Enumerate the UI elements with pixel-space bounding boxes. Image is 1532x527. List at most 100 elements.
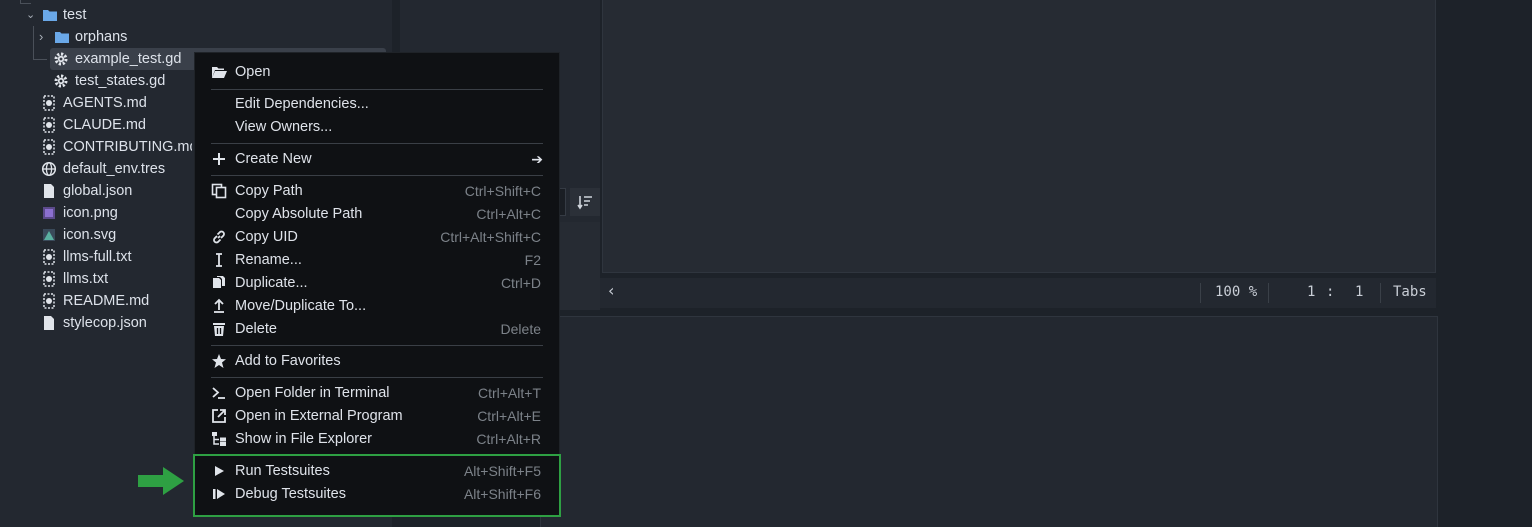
trash-icon: [213, 323, 225, 336]
scroll-left-icon[interactable]: ‹: [608, 281, 614, 300]
menu-item-add-to-favorites[interactable]: Add to Favorites: [207, 350, 547, 372]
menu-item-label: Add to Favorites: [235, 353, 341, 369]
menu-item-create-new[interactable]: Create New ➔: [207, 148, 547, 170]
globe-icon: [41, 161, 57, 177]
highlight-box: [193, 454, 561, 517]
menu-item-open-external[interactable]: Open in External Program Ctrl+Alt+E: [207, 405, 547, 427]
image-icon: [43, 207, 55, 219]
menu-item-shortcut: Ctrl+Alt+E: [477, 408, 541, 424]
menu-item-label: Open in External Program: [235, 408, 403, 424]
menu-item-shortcut: Ctrl+Alt+C: [476, 206, 541, 222]
link-icon: [213, 230, 225, 244]
menu-item-move-duplicate[interactable]: Move/Duplicate To...: [207, 295, 547, 317]
menu-separator: [211, 143, 543, 144]
menu-item-label: Rename...: [235, 252, 302, 268]
tree-item-label: icon.png: [63, 205, 118, 221]
menu-item-shortcut: Delete: [500, 321, 541, 337]
markdown-icon: [43, 293, 55, 309]
tree-item-label: test_states.gd: [75, 73, 166, 89]
filesystem-icon: [212, 432, 226, 446]
context-menu: Open Edit Dependencies... View Owners...…: [194, 52, 560, 516]
menu-separator: [211, 377, 543, 378]
menu-item-label: Open: [235, 64, 271, 80]
menu-item-copy-path[interactable]: Copy Path Ctrl+Shift+C: [207, 180, 547, 202]
menu-item-open[interactable]: Open: [207, 61, 547, 83]
cursor-separator: :: [1326, 284, 1335, 300]
image-icon: [43, 229, 55, 241]
tree-item-test[interactable]: ⌄ test: [0, 4, 390, 26]
menu-item-shortcut: F2: [524, 252, 541, 268]
menu-item-view-owners[interactable]: View Owners...: [207, 116, 547, 138]
move-icon: [214, 298, 224, 313]
chevron-right-icon[interactable]: ›: [39, 26, 43, 48]
star-icon: [212, 354, 226, 368]
menu-item-duplicate[interactable]: Duplicate... Ctrl+D: [207, 272, 547, 294]
tree-item-label: README.md: [63, 293, 150, 309]
menu-item-open-in-terminal[interactable]: Open Folder in Terminal Ctrl+Alt+T: [207, 382, 547, 404]
menu-item-edit-dependencies[interactable]: Edit Dependencies...: [207, 93, 547, 115]
menu-item-copy-absolute-path[interactable]: Copy Absolute Path Ctrl+Alt+C: [207, 203, 547, 225]
tree-item-label: example_test.gd: [75, 51, 182, 67]
tree-item-label: CLAUDE.md: [63, 117, 146, 133]
chevron-down-icon[interactable]: ⌄: [26, 4, 35, 26]
tree-item-label: test: [63, 7, 87, 23]
menu-item-label: Create New: [235, 151, 312, 167]
sort-button[interactable]: [570, 188, 600, 216]
cursor-column: 1: [1355, 284, 1364, 300]
right-dock: [1438, 0, 1532, 527]
menu-item-label: View Owners...: [235, 119, 333, 135]
tree-item-label: AGENTS.md: [63, 95, 147, 111]
tree-item-orphans[interactable]: › orphans: [0, 26, 390, 48]
gear-icon: [54, 74, 68, 88]
indent-mode[interactable]: Tabs: [1393, 284, 1427, 300]
sort-icon: [577, 196, 592, 210]
editor-status-bar: ‹ 100 % 1 : 1 Tabs: [600, 278, 1436, 308]
menu-item-label: Duplicate...: [235, 275, 308, 291]
menu-item-label: Copy UID: [235, 229, 298, 245]
code-editor[interactable]: [602, 0, 1436, 273]
terminal-icon: [212, 387, 225, 399]
markdown-icon: [43, 271, 55, 287]
tree-item-label: global.json: [63, 183, 133, 199]
menu-separator: [211, 89, 543, 90]
folder-icon: [55, 32, 69, 43]
tree-item-label: icon.svg: [63, 227, 117, 243]
external-icon: [212, 409, 226, 423]
menu-item-shortcut: Ctrl+Shift+C: [464, 183, 541, 199]
menu-item-label: Copy Path: [235, 183, 303, 199]
tree-item-label: llms-full.txt: [63, 249, 132, 265]
zoom-level[interactable]: 100 %: [1215, 284, 1257, 300]
menu-item-shortcut: Ctrl+D: [500, 275, 541, 291]
file-icon: [44, 184, 54, 198]
menu-item-label: Copy Absolute Path: [235, 206, 363, 222]
markdown-icon: [43, 249, 55, 265]
folder-icon: [43, 10, 57, 21]
tree-item-label: llms.txt: [63, 271, 109, 287]
cursor-line: 1: [1307, 284, 1316, 300]
menu-item-delete[interactable]: Delete Delete: [207, 318, 547, 340]
menu-item-label: Move/Duplicate To...: [235, 298, 367, 314]
menu-item-label: Open Folder in Terminal: [235, 385, 390, 401]
tree-item-label: stylecop.json: [63, 315, 147, 331]
editor-window: ⌄ test › orphans example_test.gd test_st…: [0, 0, 1532, 527]
duplicate-icon: [213, 276, 225, 288]
tree-item-label: CONTRIBUTING.md: [63, 139, 192, 155]
menu-item-show-in-explorer[interactable]: Show in File Explorer Ctrl+Alt+R: [207, 428, 547, 450]
menu-item-copy-uid[interactable]: Copy UID Ctrl+Alt+Shift+C: [207, 226, 547, 248]
markdown-icon: [43, 117, 55, 133]
menu-item-shortcut: Ctrl+Alt+R: [476, 431, 541, 447]
tree-item-contributing[interactable]: CONTRIBUTING.md: [0, 136, 192, 158]
menu-item-rename[interactable]: Rename... F2: [207, 249, 547, 271]
menu-item-label: Show in File Explorer: [235, 431, 372, 447]
rename-icon: [216, 253, 222, 267]
tree-item-label: orphans: [75, 29, 128, 45]
menu-item-label: Edit Dependencies...: [235, 96, 369, 112]
gear-icon: [54, 52, 68, 66]
menu-separator: [211, 175, 543, 176]
menu-item-label: Delete: [235, 321, 277, 337]
plus-icon: [213, 153, 225, 165]
markdown-icon: [43, 95, 55, 111]
menu-item-shortcut: Ctrl+Alt+Shift+C: [440, 229, 541, 245]
folder-open-icon: [212, 67, 227, 78]
copy-icon: [211, 183, 227, 199]
